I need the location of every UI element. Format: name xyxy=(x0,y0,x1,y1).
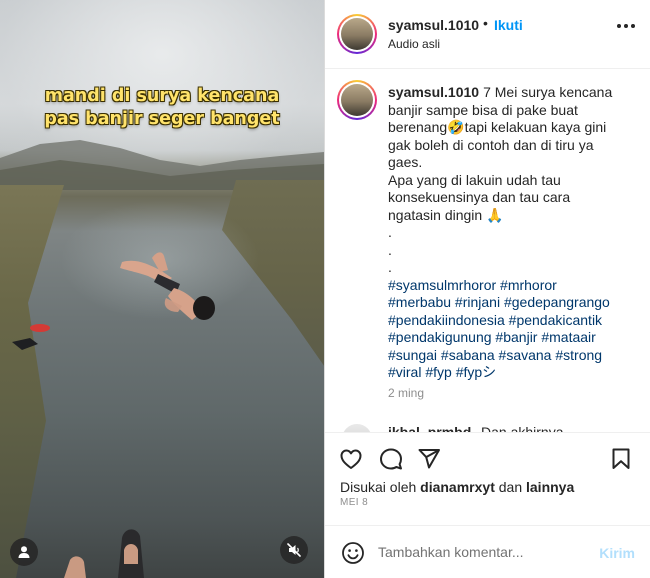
red-sandal xyxy=(12,324,50,350)
post-caption: syamsul.1010 7 Mei surya kencana banjir s… xyxy=(388,84,638,382)
muted-speaker-icon xyxy=(287,543,301,557)
caption-line-3: berenang🤣tapi kelakuan kaya gini xyxy=(388,119,607,135)
emoji-smile-icon xyxy=(342,542,364,564)
add-comment-bar: Kirim xyxy=(325,525,650,578)
post-date[interactable]: MEI 8 xyxy=(340,497,368,508)
header-separator: • xyxy=(483,15,488,31)
avatar-photo xyxy=(341,18,373,50)
emoji-button[interactable] xyxy=(341,541,365,565)
liked-by-user[interactable]: dianamrxyt xyxy=(420,479,495,495)
send-comment-button[interactable]: Kirim xyxy=(599,545,635,561)
hashtag-line[interactable]: #viral #fyp #fypシ xyxy=(388,364,638,382)
caption-line-9: . xyxy=(388,224,392,240)
caption-timestamp[interactable]: 2 ming xyxy=(388,386,424,400)
save-button[interactable] xyxy=(608,446,634,472)
commenter-username[interactable]: ikbal_prmbd xyxy=(388,424,471,432)
paper-plane-icon xyxy=(418,449,440,469)
bookmark-icon xyxy=(612,448,630,469)
comments-section[interactable]: syamsul.1010 7 Mei surya kencana banjir s… xyxy=(325,70,650,432)
hashtag-line[interactable]: #syamsulmrhoror #mrhoror xyxy=(388,277,638,295)
liked-by-others[interactable]: lainnya xyxy=(526,479,574,495)
caption-username[interactable]: syamsul.1010 xyxy=(388,84,479,100)
caption-line-6: Apa yang di lakuin udah tau xyxy=(388,171,561,188)
hashtag-line[interactable]: #sungai #sabana #savana #strong xyxy=(388,347,638,365)
tagged-users-button[interactable] xyxy=(10,538,38,566)
caption-line-11: . xyxy=(388,259,392,275)
hashtag-line[interactable]: #pendakiindonesia #pendakicantik xyxy=(388,312,638,330)
swimming-person xyxy=(120,252,215,320)
avatar-photo xyxy=(341,84,373,116)
hashtag-line[interactable]: #merbabu #rinjani #gedepangrango xyxy=(388,294,638,312)
caption-author-avatar[interactable] xyxy=(337,80,377,120)
caption-line-4: gak boleh di contoh dan di tiru ya xyxy=(388,136,594,153)
heart-icon xyxy=(340,449,362,469)
caption-line-7: konsekuensinya dan tau cara xyxy=(388,189,571,205)
author-avatar[interactable] xyxy=(337,14,377,54)
liked-by-text: Disukai oleh dianamrxyt dan lainnya xyxy=(340,479,574,495)
overlay-line-1: mandi di surya kencana xyxy=(44,86,280,106)
user-tag-icon xyxy=(18,546,30,558)
reel-video[interactable]: mandi di surya kencana pas banjir seger … xyxy=(0,0,324,578)
comment-text: Dan akhirnya xyxy=(481,424,564,432)
mute-toggle-button[interactable] xyxy=(280,536,308,564)
comment-input[interactable] xyxy=(378,541,588,563)
share-button[interactable] xyxy=(416,446,442,472)
commenter-avatar[interactable] xyxy=(342,424,372,432)
caption-line-2: banjir sampe bisa di pake buat xyxy=(388,101,578,118)
audio-link[interactable]: Audio asli xyxy=(388,37,440,51)
author-username[interactable]: syamsul.1010 xyxy=(388,17,479,33)
like-button[interactable] xyxy=(338,446,364,472)
caption-line-1: 7 Mei surya kencana xyxy=(483,84,613,100)
comment-bubble-icon xyxy=(380,448,402,470)
post-details-panel: syamsul.1010 • Ikuti Audio asli syamsul.… xyxy=(324,0,650,578)
liked-by-prefix: Disukai oleh xyxy=(340,479,417,495)
liked-by-joiner: dan xyxy=(498,479,523,495)
overlay-line-2: pas banjir seger banget xyxy=(44,109,280,129)
comment-item: ikbal_prmbd Dan akhirnya xyxy=(337,422,637,432)
hashtag-list: #syamsulmrhoror #mrhoror #merbabu #rinja… xyxy=(388,277,638,382)
caption-line-10: . xyxy=(388,241,392,258)
more-options-icon[interactable] xyxy=(617,24,635,28)
caption-line-5: gaes. xyxy=(388,154,423,170)
comment-button[interactable] xyxy=(378,446,404,472)
follow-button[interactable]: Ikuti xyxy=(494,17,523,33)
post-header: syamsul.1010 • Ikuti Audio asli xyxy=(325,0,650,69)
hashtag-line[interactable]: #pendakigunung #banjir #mataair xyxy=(388,329,638,347)
sandaled-feet xyxy=(64,529,144,578)
video-overlay-text: mandi di surya kencana pas banjir seger … xyxy=(0,85,324,131)
caption-line-8: ngatasin dingin 🙏 xyxy=(388,206,504,223)
